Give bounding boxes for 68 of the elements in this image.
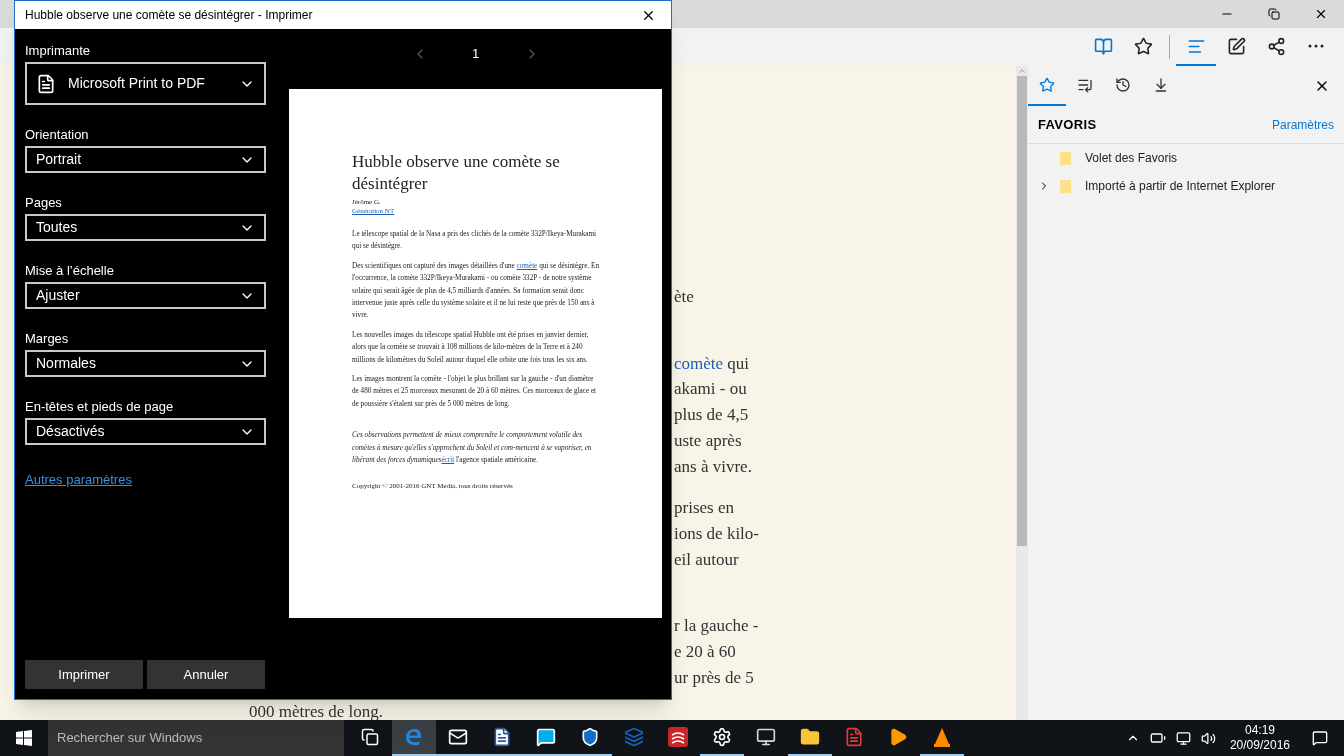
clock[interactable]: 04:19 20/09/2016: [1225, 723, 1294, 753]
article-text: prises en: [674, 497, 734, 520]
article-text: r la gauche -: [674, 615, 759, 638]
dropdown[interactable]: Toutes: [25, 214, 266, 241]
dropdown[interactable]: Normales: [25, 350, 266, 377]
article-text: ète: [674, 286, 694, 308]
gear-icon: [712, 727, 732, 747]
lines-icon: [668, 727, 688, 747]
article-text: e 20 à 60: [674, 641, 736, 664]
edge-icon: [404, 727, 424, 747]
folder-icon: [800, 727, 820, 747]
task-view-icon: [361, 728, 379, 746]
scrollbar-thumb[interactable]: [1017, 76, 1027, 546]
panel-title: FAVORIS: [1038, 115, 1097, 134]
dialog-button[interactable]: Imprimer: [25, 660, 143, 689]
dialog-title: Hubble observe une comète se désintégrer - Imprimer: [25, 7, 314, 24]
article-text: ions de kilo-: [674, 522, 759, 545]
settings-link[interactable]: Paramètres: [1271, 115, 1334, 134]
play-icon: [888, 727, 908, 747]
download-icon: [1153, 77, 1169, 93]
field-label: Imprimante: [25, 42, 92, 60]
favorites-item[interactable]: Importé à partir de Internet Explorer: [1028, 172, 1344, 200]
network-icon[interactable]: [1175, 730, 1191, 746]
dropdown[interactable]: Ajuster: [25, 282, 266, 309]
field-label: Orientation: [25, 126, 90, 144]
more-settings-link[interactable]: Autres paramètres: [25, 470, 132, 490]
favorites-item[interactable]: Volet des Favoris: [1028, 144, 1344, 172]
pen-square-icon: [1226, 36, 1246, 56]
star-icon: [1133, 36, 1153, 56]
history-icon: [1115, 77, 1131, 93]
article-text: uste après: [674, 429, 742, 452]
pdf-icon: [844, 727, 864, 747]
article-text: akami - ou: [674, 378, 747, 401]
dropdown[interactable]: Microsoft Print to PDF: [25, 62, 266, 105]
share-icon: [1266, 36, 1286, 56]
dropdown[interactable]: Portrait: [25, 146, 266, 173]
preview-title: Hubble observe une comète se désintégrer: [352, 151, 561, 195]
field-label: En-têtes et pieds de page: [25, 398, 175, 416]
dialog-button[interactable]: Annuler: [147, 660, 265, 689]
skype-icon: [536, 727, 556, 747]
dropdown[interactable]: Désactivés: [25, 418, 266, 445]
star-icon: [1039, 77, 1055, 93]
maximize-icon[interactable]: [1268, 8, 1280, 20]
printer-icon: [36, 73, 56, 94]
battery-icon[interactable]: [1149, 730, 1166, 746]
article-text: ur près de 5: [674, 666, 754, 689]
field-label: Marges: [25, 330, 70, 348]
field-label: Pages: [25, 194, 63, 212]
field-label: Mise à l’échelle: [25, 262, 115, 280]
book-icon: [1093, 36, 1113, 56]
article-text: ans à vivre.: [674, 455, 752, 478]
volume-icon[interactable]: [1200, 730, 1216, 746]
more-icon: [1308, 44, 1324, 48]
folder-icon: [1060, 179, 1071, 193]
page-number: 1: [470, 45, 481, 64]
cone-icon: [933, 727, 951, 747]
mail-icon: [448, 727, 468, 747]
search-field[interactable]: Rechercher sur Windows: [48, 720, 344, 756]
close-icon[interactable]: [1314, 7, 1328, 21]
word-icon: [492, 727, 512, 747]
article-text: comète qui: [674, 352, 750, 375]
list-icon: [1077, 77, 1093, 93]
article-text: eil autour: [674, 548, 739, 571]
article-text: plus de 4,5: [674, 404, 749, 427]
notification-icon[interactable]: [1312, 730, 1328, 746]
shield-icon: [580, 727, 600, 747]
folder-icon: [1060, 151, 1071, 165]
monitor-icon: [756, 727, 776, 747]
